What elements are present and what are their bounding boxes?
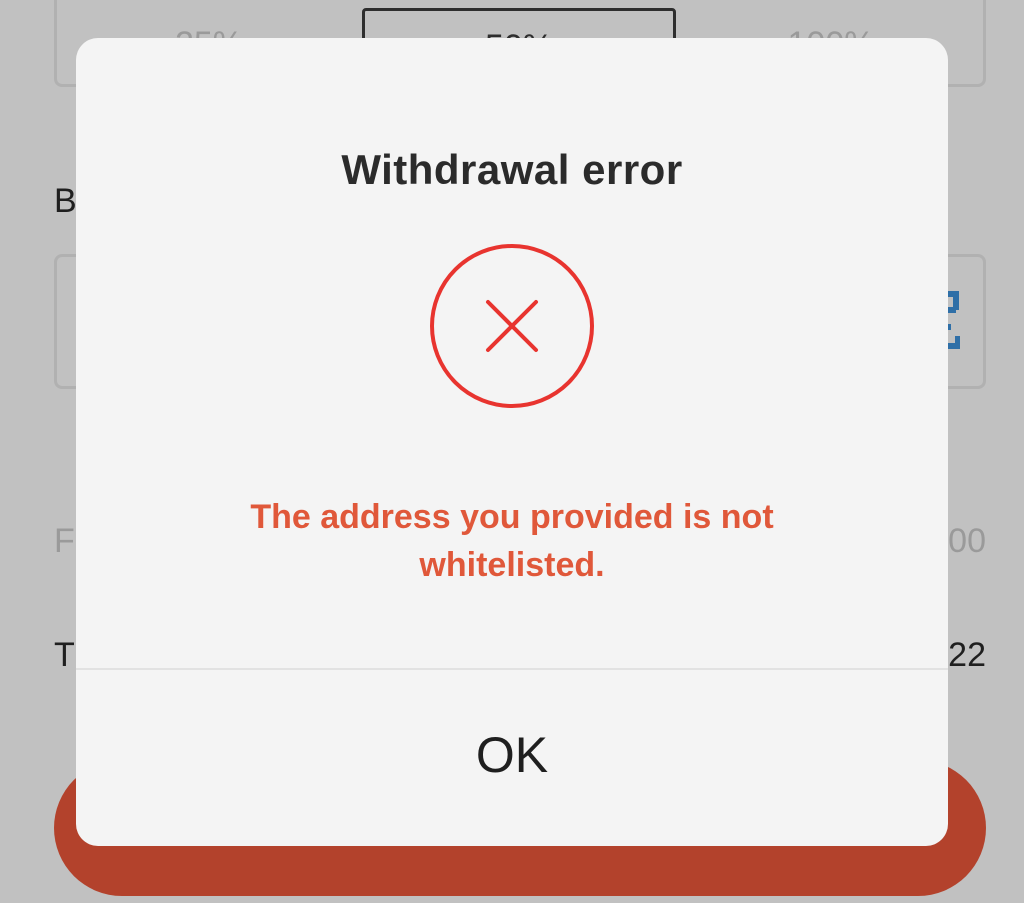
screen: 25% 50% 100% B F 00 T 22 Withdrawal erro… [0,0,1024,903]
error-dialog: Withdrawal error The address you provide… [76,38,948,846]
address-section-label: B [54,182,77,220]
total-value: 22 [948,636,986,674]
fee-value: 00 [948,522,986,560]
error-x-circle-icon [430,244,594,408]
ok-button[interactable]: OK [76,670,948,846]
fee-label: F [54,522,75,560]
dialog-message: The address you provided is not whitelis… [250,498,774,584]
dialog-title: Withdrawal error [341,146,683,193]
total-label: T [54,636,75,674]
